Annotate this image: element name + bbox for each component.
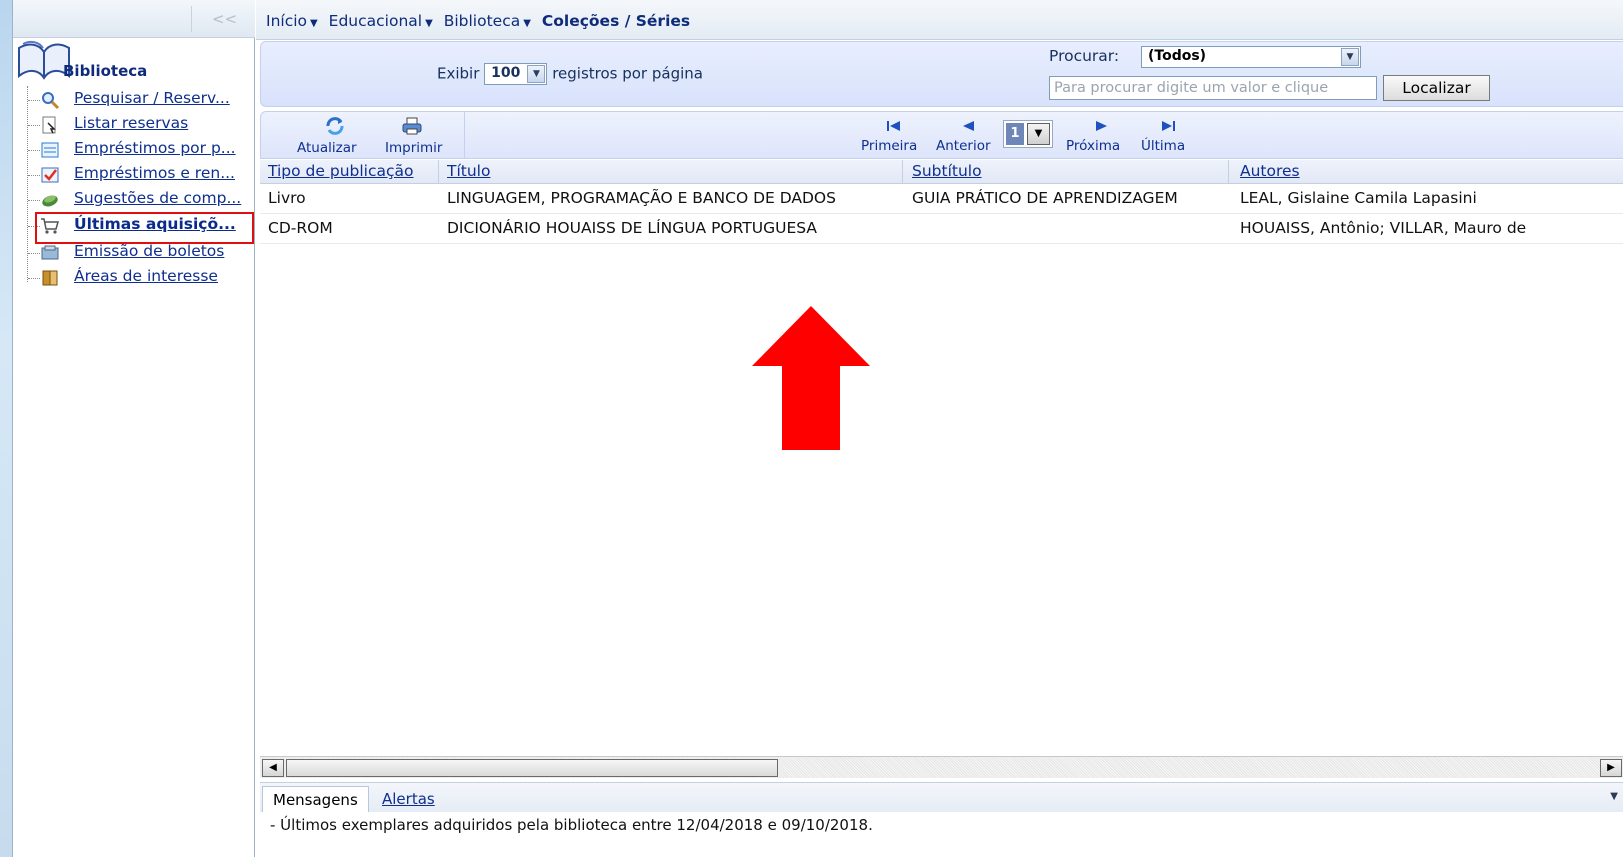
column-header-tipo[interactable]: Tipo de publicação [268, 162, 414, 180]
sidebar-item-label[interactable]: Listar reservas [74, 114, 188, 132]
chevron-down-icon[interactable]: ▼ [1027, 123, 1050, 145]
sidebar-menu: Pesquisar / Reserv... Listar reservas Em… [27, 86, 256, 286]
search-icon [42, 92, 60, 110]
chevron-down-icon[interactable]: ▼ [527, 65, 546, 83]
table-row[interactable]: CD-ROM DICIONÁRIO HOUAISS DE LÍNGUA PORT… [260, 214, 1623, 244]
exibir-label: Exibir [437, 64, 480, 83]
search-input[interactable] [1049, 76, 1377, 100]
sidebar-item-emissao-boletos[interactable]: Emissão de boletos [28, 241, 256, 265]
breadcrumb: Início ▼ Educacional ▼ Biblioteca ▼ Coleçõe… [256, 0, 1623, 40]
boleto-icon [41, 245, 59, 260]
scroll-left-icon[interactable]: ◀ [262, 759, 284, 777]
sidebar-item-emprestimos-e-renovacoes[interactable]: Empréstimos e ren... [28, 163, 256, 187]
sidebar-header: << [13, 0, 255, 38]
per-page-suffix: registros por página [552, 64, 703, 83]
chevron-down-icon: ▼ [310, 18, 318, 29]
table-cell: DICIONÁRIO HOUAISS DE LÍNGUA PORTUGUESA [447, 219, 817, 237]
message-text: - Últimos exemplares adquiridos pela bib… [270, 816, 873, 834]
tab-mensagens[interactable]: Mensagens [262, 786, 369, 813]
sidebar-item-pesquisar[interactable]: Pesquisar / Reserv... [28, 88, 256, 112]
table-cell: HOUAISS, Antônio; VILLAR, Mauro de [1240, 219, 1527, 237]
next-page-icon[interactable] [1093, 118, 1111, 134]
table-cell: LEAL, Gislaine Camila Lapasini [1240, 189, 1477, 207]
messages-tabbar: Mensagens Alertas ▼ [260, 782, 1623, 813]
app-window: << Biblioteca Pesquisar / Reserv... List… [12, 0, 1623, 857]
refresh-icon[interactable] [324, 116, 346, 136]
sidebar-item-label[interactable]: Empréstimos e ren... [74, 164, 235, 182]
procurar-select[interactable]: (Todos) ▼ [1141, 46, 1361, 68]
scroll-right-icon[interactable]: ▶ [1600, 759, 1622, 777]
chevron-down-icon: ▼ [425, 18, 433, 29]
sidebar-item-label[interactable]: Sugestões de comp... [74, 189, 241, 207]
sidebar-item-sugestoes[interactable]: Sugestões de comp... [28, 188, 256, 212]
column-header-titulo[interactable]: Título [447, 162, 490, 180]
column-header-subtitulo[interactable]: Subtítulo [912, 162, 982, 180]
horizontal-scrollbar[interactable]: ◀ ▶ [260, 756, 1623, 778]
table-cell: CD-ROM [268, 219, 333, 237]
loan-list-icon [41, 142, 59, 158]
sidebar-item-label[interactable]: Emissão de boletos [74, 242, 224, 260]
suggestion-icon [42, 195, 58, 207]
breadcrumb-inicio[interactable]: Início ▼ [266, 12, 318, 30]
chevron-down-icon[interactable]: ▼ [1341, 48, 1359, 66]
reservation-icon [42, 116, 56, 134]
table-cell: LINGUAGEM, PROGRAMAÇÃO E BANCO DE DADOS [447, 189, 836, 207]
page-select[interactable]: 1 ▼ [1003, 120, 1053, 148]
table-row[interactable]: Livro LINGUAGEM, PROGRAMAÇÃO E BANCO DE … [260, 184, 1623, 214]
collapse-sidebar-button[interactable]: << [191, 6, 253, 32]
action-toolbar: Atualizar Imprimir Primeira Anterior 1 ▼… [260, 111, 1623, 159]
anterior-button[interactable]: Anterior [936, 138, 991, 154]
breadcrumb-current: Coleções / Séries [541, 12, 691, 30]
scrollbar-thumb[interactable] [286, 759, 778, 777]
table-header: Tipo de publicação Título Subtítulo Auto… [260, 160, 1623, 184]
chevron-down-icon[interactable]: ▼ [1610, 791, 1618, 802]
table-cell: Livro [268, 189, 306, 207]
sidebar-title: Biblioteca [63, 62, 148, 80]
imprimir-button[interactable]: Imprimir [385, 140, 442, 156]
proxima-button[interactable]: Próxima [1066, 138, 1120, 154]
first-page-icon[interactable] [885, 118, 903, 134]
sidebar-item-listar-reservas[interactable]: Listar reservas [28, 113, 256, 137]
action-group: Atualizar Imprimir [261, 112, 465, 158]
breadcrumb-biblioteca[interactable]: Biblioteca ▼ [444, 12, 531, 30]
column-header-autores[interactable]: Autores [1240, 162, 1300, 180]
sidebar-item-label[interactable]: Áreas de interesse [74, 267, 218, 285]
sidebar-item-label[interactable]: Empréstimos por p... [74, 139, 236, 157]
atualizar-button[interactable]: Atualizar [297, 140, 357, 156]
sidebar-module-title: Biblioteca [13, 38, 255, 88]
sidebar-item-areas-interesse[interactable]: Áreas de interesse [28, 266, 256, 290]
highlight-annotation-box [35, 212, 254, 244]
sidebar: << Biblioteca Pesquisar / Reserv... List… [13, 0, 255, 857]
previous-page-icon[interactable] [959, 118, 977, 134]
book-area-icon [42, 270, 58, 286]
primeira-button[interactable]: Primeira [861, 138, 917, 154]
red-arrow-annotation [752, 306, 870, 450]
messages-panel: - Últimos exemplares adquiridos pela bib… [260, 812, 1623, 857]
ultima-button[interactable]: Última [1141, 138, 1185, 154]
filter-toolbar: Exibir 100 ▼ registros por página Procur… [260, 41, 1623, 107]
records-per-page: Exibir 100 ▼ registros por página [437, 63, 703, 85]
loan-renew-icon [41, 167, 59, 183]
per-page-select[interactable]: 100 ▼ [484, 63, 548, 85]
procurar-label: Procurar: [1049, 47, 1120, 65]
last-page-icon[interactable] [1159, 118, 1177, 134]
localizar-button[interactable]: Localizar [1383, 75, 1490, 101]
breadcrumb-educacional[interactable]: Educacional ▼ [329, 12, 433, 30]
table-cell: GUIA PRÁTICO DE APRENDIZAGEM [912, 189, 1178, 207]
sidebar-item-label[interactable]: Pesquisar / Reserv... [74, 89, 230, 107]
chevron-down-icon: ▼ [523, 18, 531, 29]
main-content: Início ▼ Educacional ▼ Biblioteca ▼ Coleçõe… [256, 0, 1623, 857]
sidebar-item-emprestimos-por[interactable]: Empréstimos por p... [28, 138, 256, 162]
printer-icon[interactable] [401, 116, 423, 136]
tab-alertas[interactable]: Alertas [372, 786, 445, 813]
